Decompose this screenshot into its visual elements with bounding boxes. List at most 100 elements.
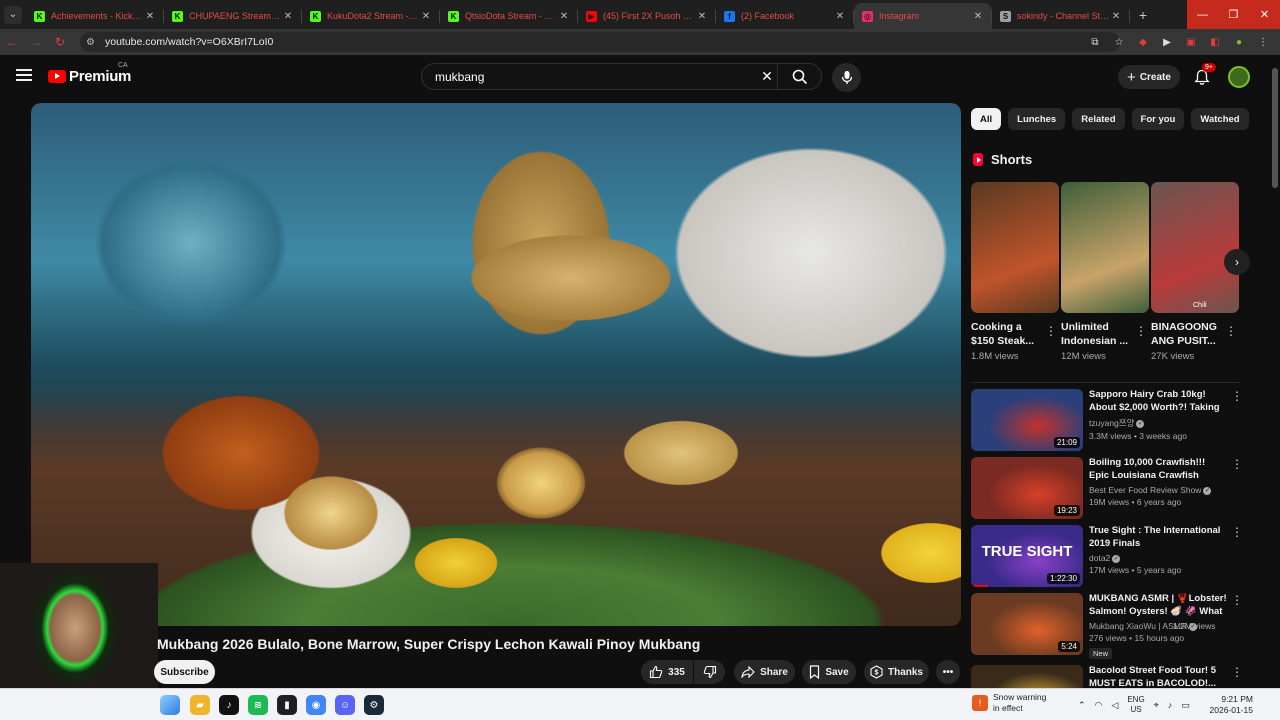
short-title[interactable]: Cooking a $150 Steak... <box>971 320 1043 348</box>
create-button[interactable]: + Create <box>1118 65 1180 89</box>
voice-search-button[interactable] <box>832 63 861 92</box>
search-button[interactable] <box>777 63 821 90</box>
spotify-icon[interactable]: ≋ <box>248 695 268 715</box>
channel-name[interactable]: dota2 ✓ <box>1089 553 1227 563</box>
kebab-menu-icon[interactable]: ⋮ <box>1135 324 1147 338</box>
video-title[interactable]: Boiling 10,000 Crawfish!!! Epic Louisian… <box>1089 457 1227 482</box>
chip-related[interactable]: Related <box>1072 108 1125 130</box>
video-title[interactable]: True Sight : The International 2019 Fina… <box>1089 525 1227 550</box>
profile-icon[interactable]: ● <box>1232 35 1246 49</box>
install-app-icon[interactable]: ⧉ <box>1088 35 1102 49</box>
kebab-menu-icon[interactable]: ⋮ <box>1231 389 1243 403</box>
tab-search-button[interactable]: ⌄ <box>0 0 26 29</box>
thanks-button[interactable]: $ Thanks <box>864 660 929 684</box>
tab-close-icon[interactable]: ✕ <box>972 11 984 22</box>
battery-icon[interactable]: ▭ <box>1181 700 1190 711</box>
short-title[interactable]: BINAGOONG ANG PUSIT... <box>1151 320 1223 348</box>
more-actions-button[interactable]: ••• <box>936 660 960 684</box>
video-thumbnail[interactable]: 5:24 <box>971 593 1083 655</box>
video-thumbnail[interactable]: TRUE SIGHT 1:22:30 <box>971 525 1083 587</box>
short-thumbnail[interactable] <box>1151 182 1239 313</box>
account-avatar[interactable] <box>1228 66 1250 88</box>
page-scrollbar[interactable] <box>1272 58 1278 686</box>
channel-name[interactable]: Best Ever Food Review Show ✓ <box>1089 485 1227 495</box>
shorts-next-button[interactable]: › <box>1224 249 1250 275</box>
file-explorer-icon[interactable]: ▰ <box>190 695 210 715</box>
tab-close-icon[interactable]: ✕ <box>696 11 708 22</box>
youtube-premium-logo[interactable]: Premium CA <box>48 62 131 85</box>
tab-close-icon[interactable]: ✕ <box>834 11 846 22</box>
forward-button[interactable]: → <box>24 35 48 49</box>
browser-tab[interactable]: K Achievements - Kick Dash✕ <box>26 3 164 29</box>
kebab-menu-icon[interactable]: ⋮ <box>1256 35 1270 49</box>
omnibox[interactable]: ⚙ youtube.com/watch?v=O6XBrI7LoI0 <box>80 32 1120 52</box>
subscribe-button[interactable]: Subscribe <box>154 660 215 684</box>
video-player[interactable] <box>31 103 961 626</box>
scrollbar-thumb[interactable] <box>1272 68 1278 188</box>
back-button[interactable]: ← <box>0 35 24 49</box>
kebab-menu-icon[interactable]: ⋮ <box>1231 457 1243 471</box>
minimize-button[interactable]: — <box>1187 0 1218 29</box>
notifications-button[interactable]: 9+ <box>1191 63 1216 88</box>
video-title[interactable]: Sapporo Hairy Crab 10kg! About $2,000 Wo… <box>1089 389 1227 414</box>
discord-icon[interactable]: ☺ <box>335 695 355 715</box>
short-thumbnail[interactable] <box>1061 182 1149 313</box>
start-button[interactable] <box>160 695 180 715</box>
video-title[interactable]: MUKBANG ASMR | 🦞Lobster! Salmon! Oysters… <box>1089 593 1227 618</box>
short-card[interactable]: Cooking a $150 Steak... 1.8M views ⋮ <box>971 182 1059 362</box>
steam-icon[interactable]: ⚙ <box>364 695 384 715</box>
browser-tab[interactable]: ◎ Instagram ✕ <box>854 3 992 29</box>
volume-icon[interactable]: ◁ <box>1111 700 1118 711</box>
language-indicator[interactable]: ENG US <box>1127 695 1144 715</box>
chip-watched[interactable]: Watched <box>1191 108 1249 130</box>
channel-name[interactable]: tzuyang쯔양 ✓ <box>1089 417 1227 429</box>
video-thumbnail[interactable]: 19:23 <box>971 457 1083 519</box>
weather-widget[interactable]: ! Snow warning in effect <box>972 692 1046 714</box>
chip-all[interactable]: All <box>971 108 1002 130</box>
bookmark-star-icon[interactable]: ☆ <box>1112 35 1126 49</box>
clear-search-icon[interactable]: ✕ <box>757 68 777 85</box>
kebab-menu-icon[interactable]: ⋮ <box>1045 324 1057 338</box>
tab-close-icon[interactable]: ✕ <box>282 11 294 22</box>
kebab-menu-icon[interactable]: ⋮ <box>1231 525 1243 539</box>
like-button[interactable]: 335 <box>641 660 693 684</box>
maximize-button[interactable]: ❐ <box>1218 0 1249 29</box>
extension-icon[interactable]: ▣ <box>1184 35 1198 49</box>
tab-close-icon[interactable]: ✕ <box>1110 11 1122 22</box>
tab-close-icon[interactable]: ✕ <box>420 11 432 22</box>
reload-button[interactable]: ↻ <box>48 35 72 49</box>
recommended-video[interactable]: TRUE SIGHT 1:22:30 True Sight : The Intern… <box>971 525 1243 587</box>
browser-tab[interactable]: f (2) Facebook ✕ <box>716 3 854 29</box>
recommended-video[interactable]: 19:23 Boiling 10,000 Crawfish!!! Epic Lou… <box>971 457 1243 519</box>
save-button[interactable]: Save <box>802 660 856 684</box>
short-thumbnail[interactable] <box>971 182 1059 313</box>
tiktok-icon[interactable]: ♪ <box>219 695 239 715</box>
dislike-button[interactable] <box>694 660 725 684</box>
media-control-icon[interactable]: ▶ <box>1160 35 1174 49</box>
tab-close-icon[interactable]: ✕ <box>558 11 570 22</box>
browser-tab[interactable]: K KukuDota2 Stream - Wat ✕ <box>302 3 440 29</box>
chip-for-you[interactable]: For you <box>1131 108 1185 130</box>
browser-tab[interactable]: ▶ (45) First 2X Pusoh & J ✕ <box>578 3 716 29</box>
recommended-video[interactable]: 21:09 Sapporo Hairy Crab 10kg! About $2,0… <box>971 389 1243 451</box>
video-title[interactable]: Bacolod Street Food Tour! 5 MUST EATS in… <box>1089 665 1227 690</box>
kebab-menu-icon[interactable]: ⋮ <box>1225 324 1237 338</box>
wifi-icon[interactable]: ◠ <box>1095 700 1103 711</box>
new-tab-button[interactable]: + <box>1130 7 1156 23</box>
share-button[interactable]: Share <box>734 660 795 684</box>
system-clock[interactable]: 9:21 PM 2026-01-15 <box>1208 694 1253 716</box>
extension-icon[interactable]: ◧ <box>1208 35 1222 49</box>
close-window-button[interactable]: ✕ <box>1249 0 1280 29</box>
video-thumbnail[interactable]: 21:09 <box>971 389 1083 451</box>
extension-icon[interactable]: ◆ <box>1136 35 1150 49</box>
kebab-menu-icon[interactable]: ⋮ <box>1231 593 1243 607</box>
chip-lunches[interactable]: Lunches <box>1008 108 1066 130</box>
hamburger-menu-icon[interactable] <box>16 69 32 81</box>
network-icon[interactable]: ⌖ <box>1154 700 1159 711</box>
short-card[interactable]: Chili BINAGOONG ANG PUSIT... 27K views ⋮ <box>1151 182 1239 362</box>
browser-tab[interactable]: K CHUPAENG Stream - Wat✕ <box>164 3 302 29</box>
kebab-menu-icon[interactable]: ⋮ <box>1231 665 1243 679</box>
chevron-up-icon[interactable]: ⌃ <box>1078 700 1086 711</box>
site-info-icon[interactable]: ⚙ <box>86 37 100 48</box>
short-card[interactable]: Unlimited Indonesian ... 12M views ⋮ <box>1061 182 1149 362</box>
